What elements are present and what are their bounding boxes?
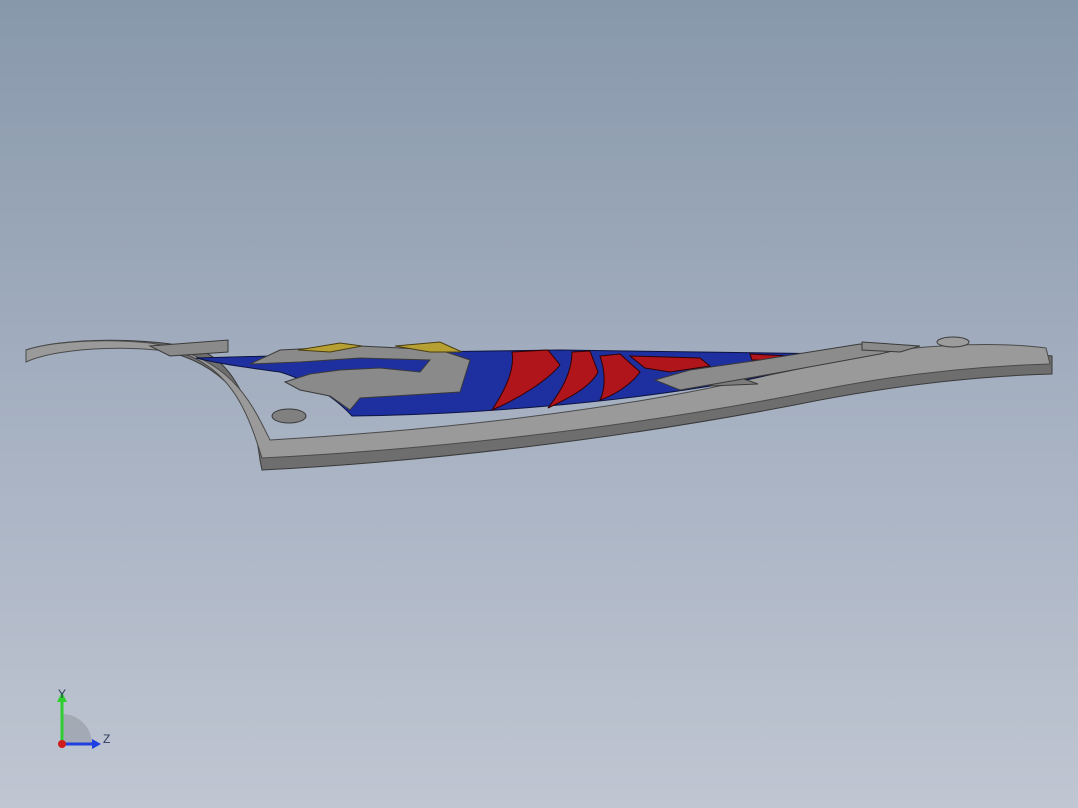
triad-z-arrow [92, 739, 101, 749]
rivet-right [936, 336, 970, 348]
triad-xy-plane [62, 714, 92, 744]
rivet-left [271, 408, 307, 424]
triad-y-label: Y [58, 687, 67, 701]
shield-part-model[interactable] [0, 0, 1078, 808]
triad-z-label: Z [103, 732, 111, 746]
graphics-viewport[interactable]: Y Z [0, 0, 1078, 808]
triad-x-axis-dot [58, 740, 66, 748]
